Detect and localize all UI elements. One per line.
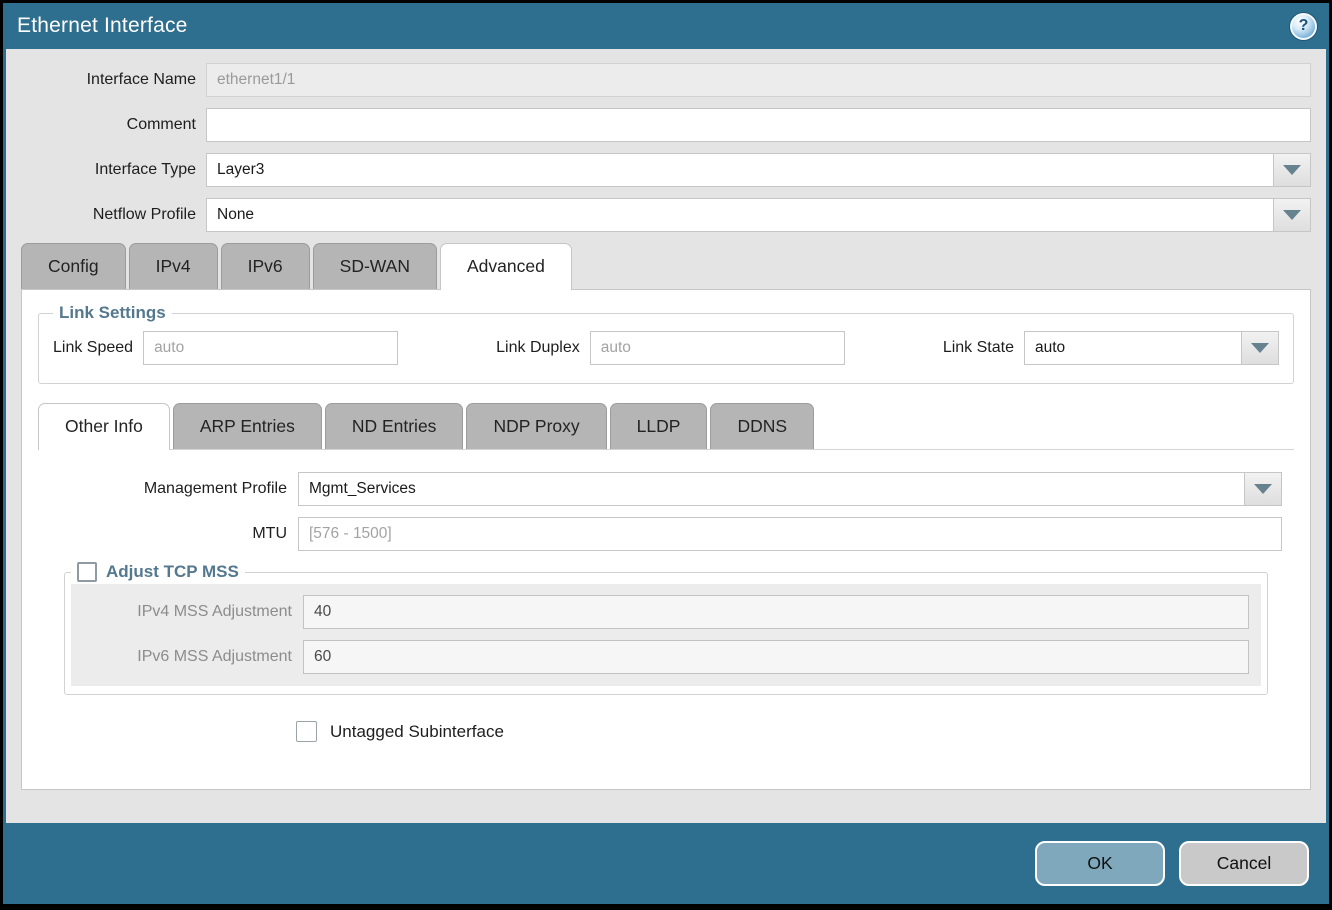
link-state-dropdown-button[interactable] (1241, 332, 1278, 364)
management-profile-row: Management Profile (38, 472, 1294, 506)
titlebar: Ethernet Interface ? (3, 3, 1329, 49)
netflow-profile-row: Netflow Profile (21, 198, 1311, 232)
link-state-group: Link State (943, 331, 1279, 365)
tab-arp-entries[interactable]: ARP Entries (173, 403, 322, 449)
link-speed-label: Link Speed (53, 339, 143, 357)
interface-type-label: Interface Type (21, 161, 206, 179)
interface-type-row: Interface Type (21, 153, 1311, 187)
tab-config[interactable]: Config (21, 243, 126, 289)
netflow-profile-select[interactable] (206, 198, 1311, 232)
link-duplex-input[interactable] (590, 331, 845, 365)
mtu-input[interactable] (298, 517, 1282, 551)
adjust-tcp-mss-legend: Adjust TCP MSS (71, 562, 245, 582)
ipv6-mss-label: IPv6 MSS Adjustment (71, 648, 303, 666)
adjust-tcp-mss-label: Adjust TCP MSS (106, 562, 239, 582)
ipv4-mss-row: IPv4 MSS Adjustment (71, 595, 1261, 629)
other-info-content: Management Profile MTU (38, 450, 1294, 742)
ok-button[interactable]: OK (1035, 841, 1165, 886)
mtu-row: MTU (38, 517, 1294, 551)
link-duplex-group: Link Duplex (496, 331, 845, 365)
ipv4-mss-input (303, 595, 1249, 629)
untagged-subinterface-checkbox[interactable] (296, 721, 317, 742)
dialog-body: Interface Name Comment Interface Type (6, 49, 1326, 823)
adjust-tcp-mss-fieldset: Adjust TCP MSS IPv4 MSS Adjustment IPv6 … (64, 562, 1268, 695)
management-profile-label: Management Profile (38, 480, 298, 498)
dialog-footer: OK Cancel (3, 823, 1329, 904)
tab-lldp[interactable]: LLDP (610, 403, 708, 449)
management-profile-select[interactable] (298, 472, 1282, 506)
netflow-profile-label: Netflow Profile (21, 206, 206, 224)
tab-other-info[interactable]: Other Info (38, 403, 170, 450)
chevron-down-icon (1254, 484, 1272, 494)
ipv4-mss-label: IPv4 MSS Adjustment (71, 603, 303, 621)
chevron-down-icon (1251, 343, 1269, 353)
tab-ddns[interactable]: DDNS (710, 403, 814, 449)
tab-sdwan[interactable]: SD-WAN (313, 243, 437, 289)
tab-nd-entries[interactable]: ND Entries (325, 403, 464, 449)
tab-ipv6[interactable]: IPv6 (221, 243, 310, 289)
interface-name-input[interactable] (206, 63, 1311, 97)
chevron-down-icon (1283, 165, 1301, 175)
link-duplex-label: Link Duplex (496, 339, 590, 357)
ipv6-mss-input (303, 640, 1249, 674)
interface-name-label: Interface Name (21, 71, 206, 89)
comment-row: Comment (21, 108, 1311, 142)
adjust-tcp-mss-checkbox[interactable] (77, 562, 97, 582)
interface-type-select[interactable] (206, 153, 1311, 187)
help-icon-glyph: ? (1299, 17, 1309, 35)
mss-disabled-area: IPv4 MSS Adjustment IPv6 MSS Adjustment (71, 584, 1261, 686)
comment-label: Comment (21, 116, 206, 134)
untagged-subinterface-row: Untagged Subinterface (296, 721, 1294, 742)
netflow-profile-dropdown-button[interactable] (1273, 199, 1310, 231)
tab-advanced[interactable]: Advanced (440, 243, 572, 290)
untagged-subinterface-label: Untagged Subinterface (330, 722, 504, 742)
tab-ndp-proxy[interactable]: NDP Proxy (466, 403, 606, 449)
mtu-label: MTU (38, 525, 298, 543)
management-profile-dropdown-button[interactable] (1244, 473, 1281, 505)
link-speed-input[interactable] (143, 331, 398, 365)
comment-input[interactable] (206, 108, 1311, 142)
main-tab-bar: Config IPv4 IPv6 SD-WAN Advanced (21, 243, 1311, 289)
dialog-title: Ethernet Interface (17, 14, 188, 38)
tab-ipv4[interactable]: IPv4 (129, 243, 218, 289)
interface-name-row: Interface Name (21, 63, 1311, 97)
interface-type-dropdown-button[interactable] (1273, 154, 1310, 186)
ipv6-mss-row: IPv6 MSS Adjustment (71, 640, 1261, 674)
link-settings-row: Link Speed Link Duplex Link State (49, 331, 1283, 365)
link-settings-legend: Link Settings (53, 303, 172, 323)
cancel-button[interactable]: Cancel (1179, 841, 1309, 886)
help-icon[interactable]: ? (1290, 13, 1317, 40)
ethernet-interface-dialog: Ethernet Interface ? Interface Name Comm… (0, 0, 1332, 910)
link-speed-group: Link Speed (53, 331, 398, 365)
chevron-down-icon (1283, 210, 1301, 220)
link-settings-fieldset: Link Settings Link Speed Link Duplex (38, 303, 1294, 384)
other-info-tab-bar: Other Info ARP Entries ND Entries NDP Pr… (38, 403, 1294, 450)
link-state-label: Link State (943, 339, 1024, 357)
advanced-tab-panel: Link Settings Link Speed Link Duplex (21, 289, 1311, 790)
